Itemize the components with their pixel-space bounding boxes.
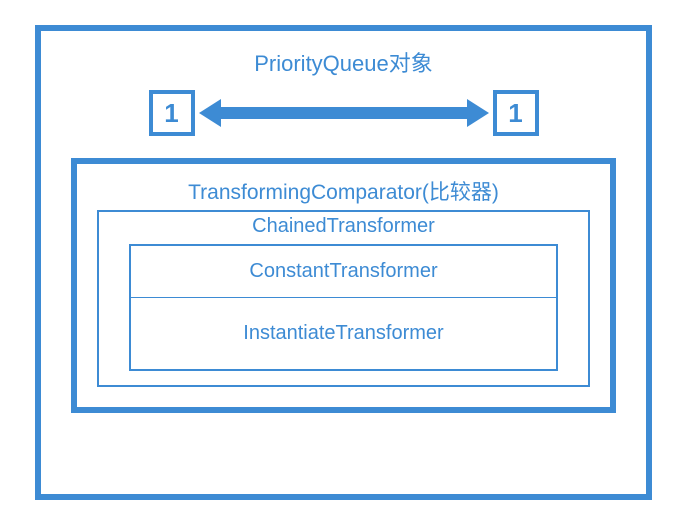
transformer-stack: ConstantTransformer InstantiateTransform… [129,244,558,371]
arrow-line [221,107,467,119]
comparator-box: TransformingComparator(比较器) ChainedTrans… [71,158,616,413]
arrow-right-icon [467,99,489,127]
priority-queue-box: PriorityQueue对象 1 1 TransformingComparat… [35,25,652,500]
priority-queue-title: PriorityQueue对象 [71,46,616,78]
constant-transformer-item: ConstantTransformer [131,246,556,298]
instantiate-transformer-item: InstantiateTransformer [131,298,556,369]
right-value-box: 1 [493,90,539,136]
arrow-left-icon [199,99,221,127]
comparison-arrow-row: 1 1 [71,88,616,138]
left-value-box: 1 [149,90,195,136]
comparator-title: TransformingComparator(比较器) [97,176,590,206]
double-arrow [199,104,489,122]
chained-transformer-title: ChainedTransformer [99,212,588,244]
chained-transformer-box: ChainedTransformer ConstantTransformer I… [97,210,590,387]
